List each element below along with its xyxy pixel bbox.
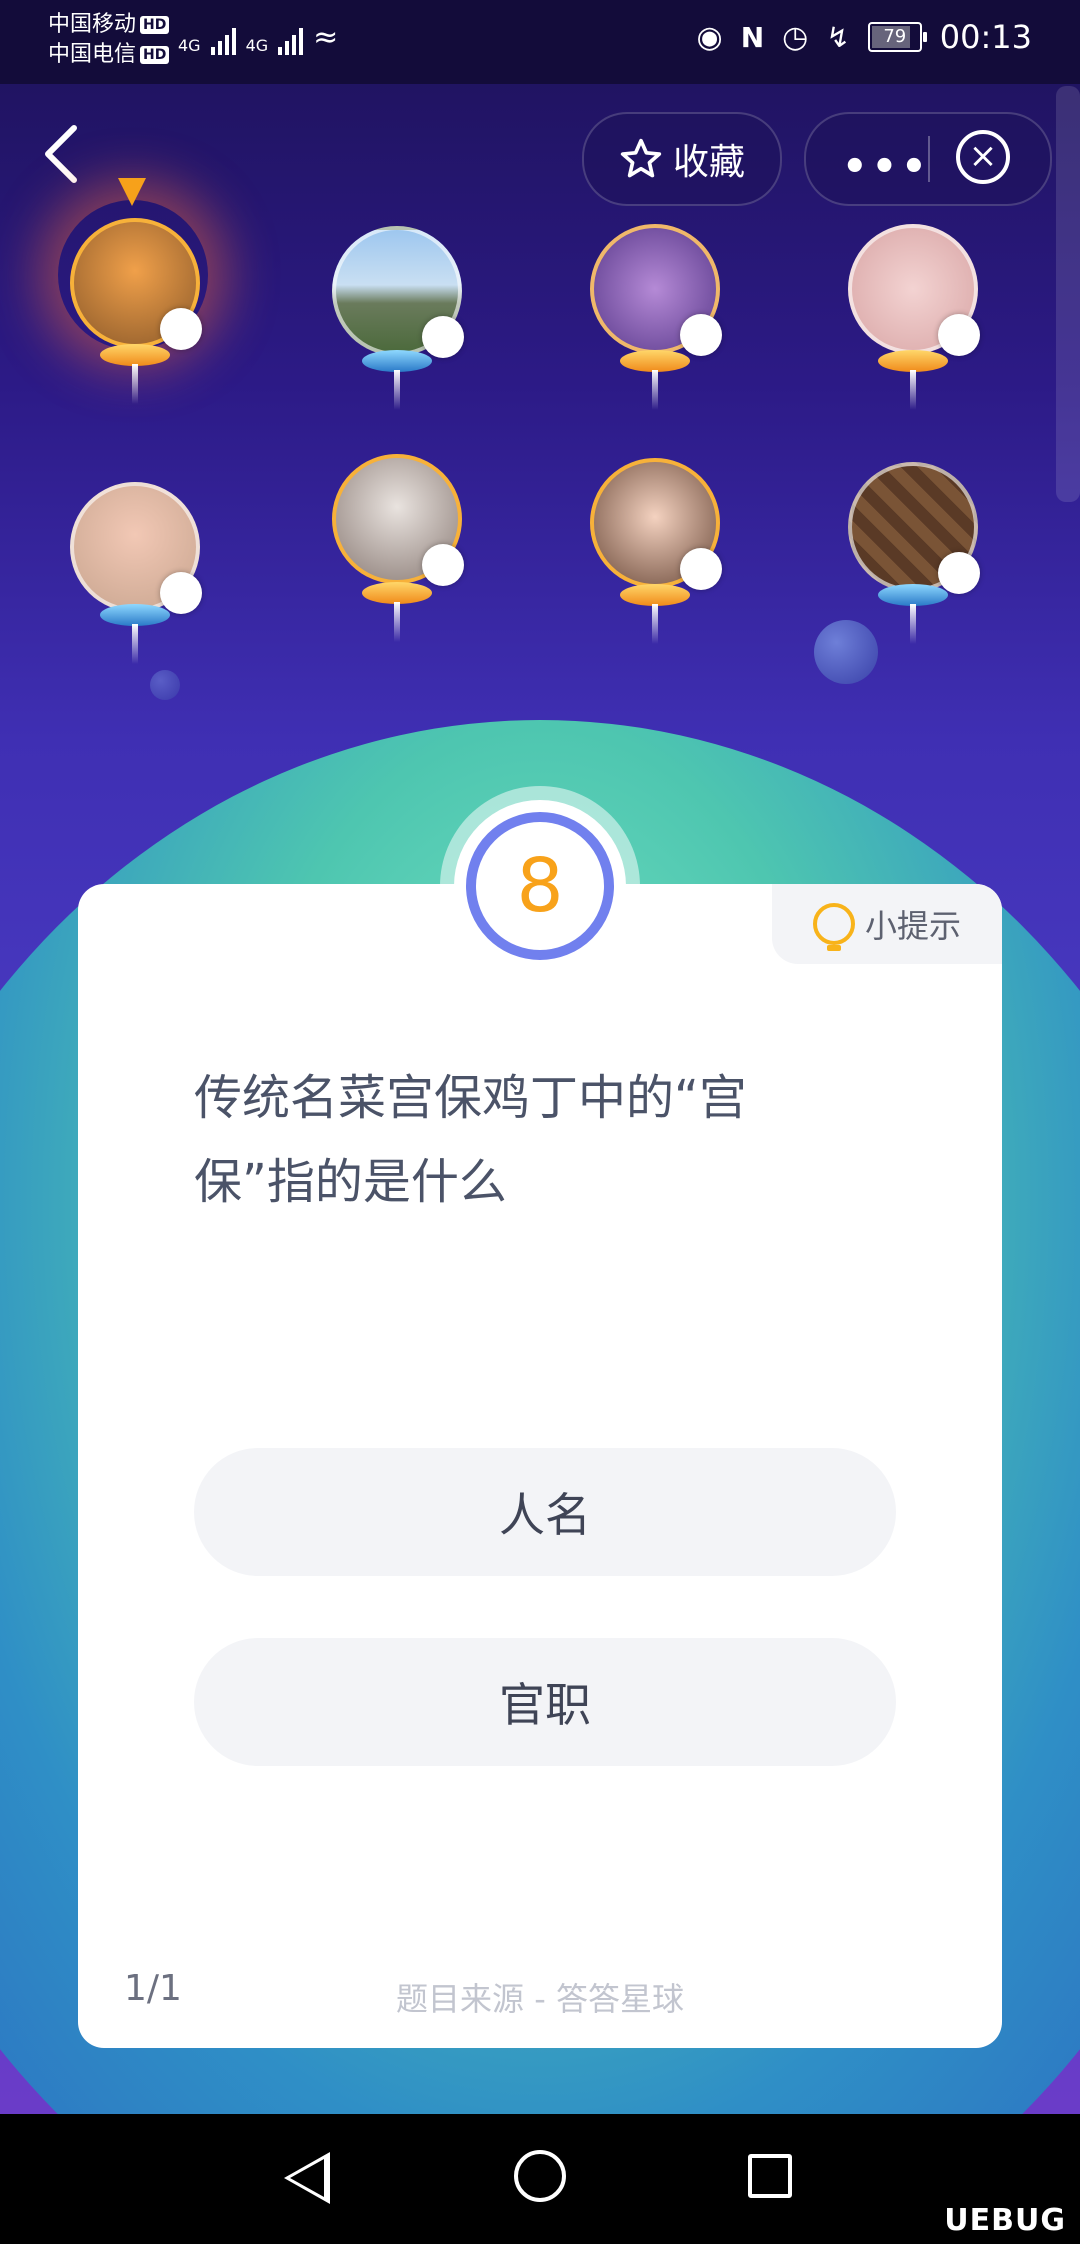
chevron-left-icon: [45, 125, 77, 183]
watermark: UEBUG: [944, 2203, 1066, 2238]
player-avatar[interactable]: [848, 462, 980, 594]
avatar-beam: [394, 370, 400, 410]
system-nav-bar: UEBUG: [0, 2114, 1080, 2244]
status-dot: [160, 572, 202, 614]
eye-icon: ◉: [696, 19, 723, 55]
timer-value: 8: [516, 843, 564, 929]
question-text: 传统名菜宫保鸡丁中的“宫保”指的是什么: [194, 1070, 747, 1210]
more-button[interactable]: •••: [842, 144, 931, 190]
carrier-1: 中国移动: [48, 12, 137, 37]
player-avatar[interactable]: [332, 454, 464, 586]
signal-icon: [278, 25, 304, 55]
wifi-icon: ≈: [313, 20, 339, 55]
avatar-pedestal: [100, 604, 170, 626]
current-player-indicator-icon: [118, 178, 146, 206]
close-button[interactable]: ×: [956, 130, 1010, 184]
network-type-2: 4G: [245, 36, 269, 55]
battery-icon: 79: [867, 22, 927, 52]
avatar-pedestal: [620, 350, 690, 372]
back-button[interactable]: [40, 122, 90, 192]
network-type-1: 4G: [178, 36, 201, 55]
countdown-timer: 8: [454, 800, 626, 972]
bluetooth-icon: ↯: [826, 20, 850, 54]
answer-option-1[interactable]: 人名: [194, 1448, 896, 1576]
carrier-2: 中国电信: [48, 42, 137, 67]
carrier-info: 中国移动 HD 中国电信 HD: [48, 10, 170, 70]
lightbulb-icon: [812, 903, 855, 951]
favorite-label: 收藏: [672, 142, 745, 183]
answer-option-2[interactable]: 官职: [194, 1638, 896, 1766]
question-source: 题目来源 - 答答星球: [396, 1980, 684, 2018]
decor-orb: [814, 620, 878, 684]
star-icon: [620, 138, 662, 178]
player-avatar[interactable]: [70, 218, 202, 350]
player-avatar[interactable]: [70, 482, 202, 614]
nav-home-icon[interactable]: [514, 2150, 566, 2202]
nav-recents-icon[interactable]: [748, 2154, 792, 2198]
nfc-icon: N: [740, 20, 765, 54]
status-dot: [938, 552, 980, 594]
avatar-pedestal: [362, 582, 432, 604]
hd-badge: HD: [140, 46, 170, 64]
avatar-beam: [910, 370, 916, 410]
avatar-beam: [132, 624, 138, 664]
status-dot: [422, 544, 464, 586]
player-avatar[interactable]: [590, 224, 722, 356]
avatar-pedestal: [620, 584, 690, 606]
avatar-pedestal: [878, 350, 948, 372]
status-dot: [938, 314, 980, 356]
status-dot: [160, 308, 202, 350]
question-card: 小提示 传统名菜宫保鸡丁中的“宫保”指的是什么 人名 官职 1/1 题目来源 -…: [78, 884, 1002, 2048]
player-avatar[interactable]: [332, 226, 464, 358]
clock: 00:13: [939, 18, 1032, 56]
hint-label: 小提示: [864, 907, 961, 945]
hd-badge: HD: [140, 16, 170, 34]
avatar-pedestal: [100, 344, 170, 366]
decor-orb: [150, 670, 180, 700]
avatar-beam: [652, 370, 658, 410]
avatar-beam: [132, 364, 138, 404]
battery-level: 79: [883, 26, 907, 47]
avatar-beam: [652, 604, 658, 644]
avatar-beam: [394, 602, 400, 642]
player-avatar[interactable]: [590, 458, 722, 590]
status-dot: [680, 314, 722, 356]
capsule-menu: ••• ×: [804, 112, 1052, 206]
status-right: ◉ N ◷ ↯ 79 00:13: [697, 18, 1033, 56]
player-avatar[interactable]: [848, 224, 980, 356]
avatar-pedestal: [362, 350, 432, 372]
signal-indicators: 4G 4G ≈: [178, 20, 338, 55]
status-dot: [422, 316, 464, 358]
avatar-pedestal: [878, 584, 948, 606]
hint-button[interactable]: 小提示: [772, 884, 1002, 964]
alarm-icon: ◷: [782, 19, 809, 55]
nav-back-inner: [290, 2159, 324, 2197]
timer-ring: 8: [466, 812, 614, 960]
signal-icon: [210, 25, 236, 55]
avatar-beam: [910, 604, 916, 644]
favorite-button[interactable]: 收藏: [582, 112, 782, 206]
capsule-divider: [928, 136, 930, 182]
status-dot: [680, 548, 722, 590]
status-bar: 中国移动 HD 中国电信 HD 4G 4G ≈ ◉ N ◷ ↯ 79 00:13: [0, 0, 1080, 84]
scrollbar[interactable]: [1056, 86, 1080, 502]
